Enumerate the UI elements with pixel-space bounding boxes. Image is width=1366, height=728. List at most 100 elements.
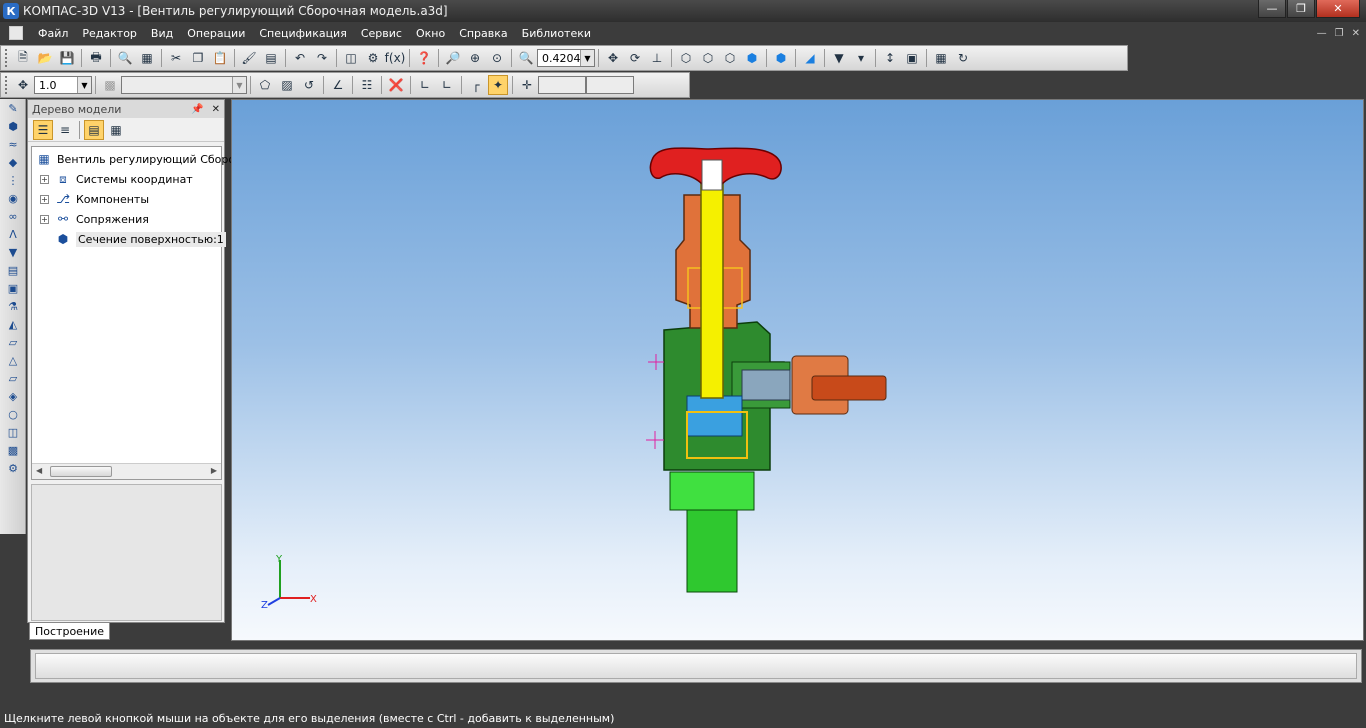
extrude-icon[interactable]: ⬢ <box>3 118 23 135</box>
plane-offset-icon[interactable]: ▱ <box>3 334 23 351</box>
save-icon[interactable]: 💾 <box>57 48 77 68</box>
zoom-window-icon[interactable]: 🔎 <box>443 48 463 68</box>
copy-icon[interactable]: ❐ <box>188 48 208 68</box>
mdi-restore-icon[interactable]: ❐ <box>1335 28 1344 39</box>
tab-construction[interactable]: Построение <box>29 623 111 640</box>
pin-icon[interactable]: 📌 <box>191 104 203 115</box>
valve-model[interactable]: Y X Z <box>232 100 1364 641</box>
shaded-edges-icon[interactable]: ⬢ <box>771 48 791 68</box>
tile-windows-icon[interactable]: ▦ <box>931 48 951 68</box>
clip-icon[interactable]: ∞ <box>3 208 23 225</box>
sketch-icon[interactable]: ⬠ <box>255 75 275 95</box>
menu-service[interactable]: Сервис <box>354 27 409 40</box>
pan-icon[interactable]: ✥ <box>603 48 623 68</box>
step-combo[interactable]: 1.0 ▼ <box>34 76 92 94</box>
menu-specification[interactable]: Спецификация <box>252 27 353 40</box>
coord-x-field[interactable] <box>538 76 586 94</box>
sheet-metal-icon[interactable]: ◭ <box>3 316 23 333</box>
zoom-combo[interactable]: 0.4204 ▼ <box>537 49 595 67</box>
properties-icon[interactable]: ▤ <box>261 48 281 68</box>
manager-icon[interactable]: ◫ <box>341 48 361 68</box>
close-icon[interactable]: ✕ <box>212 104 220 115</box>
tree-scrollbar[interactable]: ◀ ▶ <box>32 463 221 479</box>
chevron-down-icon[interactable]: ▼ <box>232 77 246 93</box>
grid-icon[interactable]: ☷ <box>357 75 377 95</box>
measure-angle-icon[interactable]: Λ <box>3 226 23 243</box>
scroll-thumb[interactable] <box>50 466 112 477</box>
print-icon[interactable]: 🖶 <box>86 48 106 68</box>
mass-properties-icon[interactable]: ▣ <box>902 48 922 68</box>
zoom-in-icon[interactable]: ⊕ <box>465 48 485 68</box>
edit-component-icon[interactable]: ▨ <box>277 75 297 95</box>
plane-normal-icon[interactable]: △ <box>3 352 23 369</box>
weld-icon[interactable]: ○ <box>3 406 23 423</box>
tree-node-section[interactable]: ⬢ Сечение поверхностью:1 <box>55 229 226 249</box>
cut-icon[interactable]: ✂ <box>166 48 186 68</box>
toolbar-grip[interactable] <box>5 76 9 94</box>
expand-icon[interactable]: + <box>40 214 49 224</box>
step-cursor-icon[interactable]: ✥ <box>13 75 33 95</box>
menu-editor[interactable]: Редактор <box>75 27 144 40</box>
minimize-icon[interactable]: — <box>1258 0 1286 18</box>
chevron-down-icon[interactable]: ▼ <box>77 77 91 93</box>
expand-icon[interactable]: + <box>40 194 49 204</box>
stack-icon[interactable]: ◫ <box>3 424 23 441</box>
layers-3d-icon[interactable]: ▩ <box>3 442 23 459</box>
wireframe-icon[interactable]: ⬡ <box>676 48 696 68</box>
macro-icon[interactable]: ↺ <box>299 75 319 95</box>
menu-view[interactable]: Вид <box>144 27 180 40</box>
tree-structure-icon[interactable]: ☰ <box>33 119 53 140</box>
menu-help[interactable]: Справка <box>452 27 514 40</box>
shaded-icon[interactable]: ⬢ <box>742 48 762 68</box>
model-viewport[interactable]: Y X Z <box>231 99 1364 641</box>
menu-libraries[interactable]: Библиотеки <box>515 27 598 40</box>
ortho-mode-icon[interactable]: ∟ <box>437 75 457 95</box>
scroll-left-icon[interactable]: ◀ <box>36 466 42 475</box>
thin-lines-icon[interactable]: ⬡ <box>720 48 740 68</box>
tree-list-icon[interactable]: ▦ <box>106 120 126 140</box>
mate-icon[interactable]: ◉ <box>3 190 23 207</box>
report-icon[interactable]: ▤ <box>3 262 23 279</box>
tree-view-mode-icon[interactable]: ≡ <box>55 120 75 140</box>
local-cs-icon[interactable]: ❌ <box>386 75 406 95</box>
coord-y-field[interactable] <box>586 76 634 94</box>
zoom-fit-icon[interactable]: ⊙ <box>487 48 507 68</box>
array-icon[interactable]: ⋮ <box>3 172 23 189</box>
paste-icon[interactable]: 📋 <box>210 48 230 68</box>
coordinates-icon[interactable]: ✛ <box>517 75 537 95</box>
format-brush-icon[interactable]: 🖌 <box>239 48 259 68</box>
cross-section-icon[interactable]: ⚗ <box>3 298 23 315</box>
chevron-down-icon[interactable]: ▼ <box>580 50 594 66</box>
hidden-lines-icon[interactable]: ⬡ <box>698 48 718 68</box>
redo-icon[interactable]: ↷ <box>312 48 332 68</box>
library-manager-icon[interactable]: ⚙ <box>363 48 383 68</box>
spiral-icon[interactable]: ≈ <box>3 136 23 153</box>
plane-angle-icon[interactable]: ▱ <box>3 370 23 387</box>
scroll-right-icon[interactable]: ▶ <box>211 466 217 475</box>
measure-icon[interactable]: ↕ <box>880 48 900 68</box>
refresh-icon[interactable]: ↻ <box>953 48 973 68</box>
layer-icon[interactable]: ▩ <box>100 75 120 95</box>
select-filter-icon[interactable]: ▾ <box>851 48 871 68</box>
close-icon[interactable]: ✕ <box>1316 0 1360 18</box>
orthogonal-icon[interactable]: ∠ <box>328 75 348 95</box>
layer-combo[interactable]: ▼ <box>121 76 247 94</box>
menu-file[interactable]: Файл <box>31 27 75 40</box>
perspective-icon[interactable]: ◢ <box>800 48 820 68</box>
settings-icon[interactable]: ⚙ <box>3 460 23 477</box>
preview-icon[interactable]: 🔍 <box>115 48 135 68</box>
mdi-minimize-icon[interactable]: — <box>1317 28 1327 39</box>
orientation-icon[interactable]: ⊥ <box>647 48 667 68</box>
new-document-icon[interactable]: 🗎 <box>13 48 33 68</box>
page-setup-icon[interactable]: ▦ <box>137 48 157 68</box>
maximize-icon[interactable]: ❐ <box>1287 0 1315 18</box>
menu-window[interactable]: Окно <box>409 27 452 40</box>
undo-icon[interactable]: ↶ <box>290 48 310 68</box>
tree-node-coordinate-systems[interactable]: + ⧈ Системы координат <box>40 169 193 189</box>
toolbar-grip[interactable] <box>5 49 9 67</box>
tree-node-mates[interactable]: + ⚯ Сопряжения <box>40 209 149 229</box>
mdi-close-icon[interactable]: ✕ <box>1352 28 1360 39</box>
expand-icon[interactable]: + <box>40 174 49 184</box>
open-icon[interactable]: 📂 <box>35 48 55 68</box>
filter-down-icon[interactable]: ▼ <box>3 244 23 261</box>
